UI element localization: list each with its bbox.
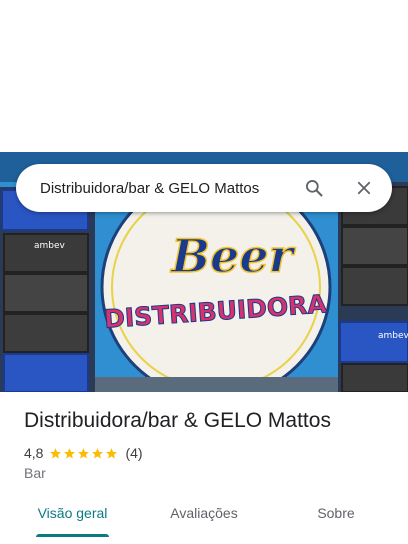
rating-stars — [49, 447, 119, 460]
star-icon — [92, 447, 104, 458]
search-bar[interactable]: Distribuidora/bar & GELO Mattos — [16, 164, 392, 212]
tab-overview[interactable]: Visão geral — [24, 490, 121, 538]
place-tabs: Visão geral Avaliações Sobre — [0, 490, 408, 538]
star-icon — [50, 447, 62, 458]
active-tab-indicator — [36, 534, 109, 537]
rating-value: 4,8 — [24, 445, 44, 461]
star-icon — [64, 447, 76, 458]
close-icon[interactable] — [348, 172, 380, 204]
sign-beer-text: Beer — [169, 229, 296, 283]
left-crates: ambev — [0, 187, 95, 392]
review-count[interactable]: (4) — [125, 445, 142, 461]
search-input[interactable]: Distribuidora/bar & GELO Mattos — [40, 180, 298, 197]
tab-about[interactable]: Sobre — [296, 490, 376, 538]
place-category[interactable]: Bar — [24, 465, 46, 481]
search-icon[interactable] — [298, 172, 330, 204]
right-crates: ambev — [338, 182, 408, 392]
rating-row[interactable]: 4,8 (4) — [24, 445, 143, 461]
star-icon — [106, 447, 118, 458]
star-icon — [78, 447, 90, 458]
place-name: Distribuidora/bar & GELO Mattos — [24, 409, 331, 432]
crate-brand-right: ambev — [378, 331, 408, 341]
crate-brand-left: ambev — [34, 241, 66, 251]
tab-reviews[interactable]: Avaliações — [154, 490, 254, 538]
